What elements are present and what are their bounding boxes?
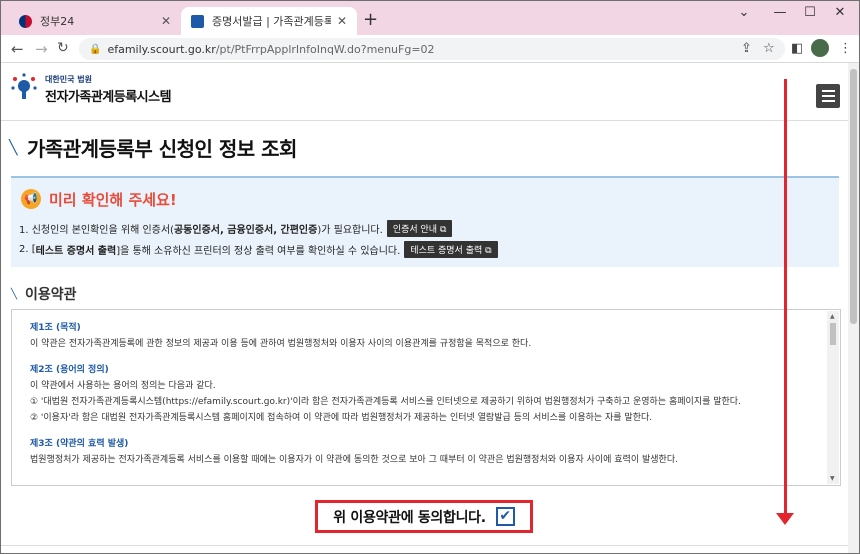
scroll-hint-arrow-head-icon xyxy=(776,513,794,525)
article-text: 이 약관에서 사용하는 용어의 정의는 다음과 같다. xyxy=(30,381,216,391)
megaphone-icon: 📢 xyxy=(21,189,41,209)
forward-icon[interactable]: → xyxy=(35,40,48,58)
notice-line-1-suffix: )가 필요합니다. xyxy=(317,225,383,236)
notice-box: 📢 미리 확인해 주세요! 1. 신청인의 본인확인을 위해 인증서(공동인증서… xyxy=(11,176,839,267)
certificate-guide-button[interactable]: 인증서 안내 ⧉ xyxy=(386,220,453,237)
reload-icon[interactable]: ↻ xyxy=(57,40,69,56)
notice-line-1-bold: 공동인증서, 금융인증서, 간편인증 xyxy=(173,225,318,236)
notice-line-2-suffix: ]을 통해 소유하신 프린터의 정상 출력 여부를 확인하실 수 있습니다. xyxy=(116,246,401,257)
scroll-down-icon[interactable]: ▼ xyxy=(830,475,835,482)
notice-line-1: 1. 신청인의 본인확인을 위해 인증서(공동인증서, 금융인증서, 간편인증)… xyxy=(19,220,453,237)
page-title: ╲ 가족관계등록부 신청인 정보 조회 xyxy=(9,133,297,162)
terms-scroll-thumb[interactable] xyxy=(830,323,836,345)
tab-title: 증명서발급 | 가족관계등록부 | xyxy=(212,15,331,28)
scroll-up-icon[interactable]: ▲ xyxy=(830,313,835,320)
article-text: ① '대법원 전자가족관계등록시스템(https://efamily.scour… xyxy=(30,397,741,407)
terms-scroll-box[interactable]: 제1조 (목적) 이 약관은 전자가족관계등록에 관한 정보의 제공과 이용 등… xyxy=(11,309,841,486)
article-text: 이 약관은 전자가족관계등록에 관한 정보의 제공과 이용 등에 관하여 법원행… xyxy=(30,339,532,349)
certificate-guide-label: 인증서 안내 xyxy=(392,225,438,235)
article-heading: 제3조 (약관의 효력 발생) xyxy=(30,439,129,449)
title-marker-icon: ╲ xyxy=(9,139,17,156)
tab-gov24[interactable]: 정부24 ✕ xyxy=(9,7,181,35)
share-icon[interactable]: ⇪ xyxy=(741,41,752,56)
logo-title[interactable]: 전자가족관계등록시스템 xyxy=(45,86,172,105)
test-print-label: 테스트 증명서 출력 xyxy=(410,246,483,256)
section-marker-icon: ╲ xyxy=(11,288,18,300)
scroll-hint-arrow-line xyxy=(784,79,787,515)
tab-bar: 정부24 ✕ 증명서발급 | 가족관계등록부 | ✕ + ⌄ — ☐ ✕ xyxy=(1,1,859,35)
agree-label[interactable]: 위 이용약관에 동의합니다. xyxy=(333,507,486,527)
article-heading: 제2조 (용어의 정의) xyxy=(30,365,109,375)
close-window-button[interactable]: ✕ xyxy=(825,5,855,20)
kebab-menu-icon[interactable]: ⋮ xyxy=(839,41,852,56)
agree-checkbox[interactable]: ✔ xyxy=(495,507,515,526)
court-logo-icon[interactable] xyxy=(9,71,39,101)
court-icon xyxy=(191,14,204,28)
article-text: ② '이용자'라 함은 대법원 전자가족관계등록시스템 홈페이지에 접속하여 이… xyxy=(30,413,653,423)
test-print-button[interactable]: 테스트 증명서 출력 ⧉ xyxy=(404,241,498,258)
url-host: efamily.scourt.go.kr xyxy=(107,42,216,56)
url-path: /pt/PtFrrpApplrInfoInqW.do?menuFg=02 xyxy=(215,42,435,56)
lock-icon: 🔒 xyxy=(89,43,102,55)
bookmark-star-icon[interactable]: ☆ xyxy=(763,41,775,56)
terms-section-title: ╲ 이용약관 xyxy=(11,284,77,304)
tab-certificate[interactable]: 증명서발급 | 가족관계등록부 | ✕ xyxy=(181,7,357,35)
notice-line-1-prefix: 1. 신청인의 본인확인을 위해 인증서( xyxy=(19,225,174,236)
profile-avatar[interactable] xyxy=(811,39,829,57)
close-tab-icon[interactable]: ✕ xyxy=(337,14,347,28)
notice-title: 미리 확인해 주세요! xyxy=(49,191,177,209)
hamburger-menu-button[interactable] xyxy=(816,84,840,108)
new-tab-button[interactable]: + xyxy=(363,9,378,30)
page-scroll-thumb[interactable] xyxy=(850,69,857,324)
notice-line-2-bold: 테스트 증명서 출력 xyxy=(35,246,117,257)
browser-window: 정부24 ✕ 증명서발급 | 가족관계등록부 | ✕ + ⌄ — ☐ ✕ ← →… xyxy=(0,0,860,554)
toolbar: ← → ↻ 🔒 efamily.scourt.go.kr/pt/PtFrrpAp… xyxy=(1,35,859,63)
tab-search-icon[interactable]: ⌄ xyxy=(729,5,759,20)
external-link-icon: ⧉ xyxy=(485,246,492,256)
close-tab-icon[interactable]: ✕ xyxy=(161,14,171,28)
minimize-button[interactable]: — xyxy=(765,5,795,20)
article-heading: 제1조 (목적) xyxy=(30,323,81,333)
tab-title: 정부24 xyxy=(40,15,75,28)
article-text: 법원행정처가 제공하는 전자가족관계등록 서비스를 이용할 때에는 이용자가 이… xyxy=(30,455,678,465)
logo-subtitle: 대한민국 법원 xyxy=(45,75,92,84)
external-link-icon: ⧉ xyxy=(439,225,447,235)
agree-terms-checkbox-row[interactable]: 위 이용약관에 동의합니다. ✔ xyxy=(315,500,533,533)
notice-line-2: 2. [테스트 증명서 출력]을 통해 소유하신 프린터의 정상 출력 여부를 … xyxy=(19,241,498,258)
maximize-button[interactable]: ☐ xyxy=(795,5,825,20)
address-bar[interactable]: 🔒 efamily.scourt.go.kr/pt/PtFrrpApplrInf… xyxy=(79,38,785,60)
notice-line-2-prefix: 2. [ xyxy=(19,244,36,255)
divider xyxy=(1,545,848,546)
terms-content: 제1조 (목적) 이 약관은 전자가족관계등록에 관한 정보의 제공과 이용 등… xyxy=(30,320,820,468)
site-header: 대한민국 법원 전자가족관계등록시스템 xyxy=(1,63,848,121)
korea-emblem-icon xyxy=(19,14,32,28)
page-content: 대한민국 법원 전자가족관계등록시스템 ╲ 가족관계등록부 신청인 정보 조회 … xyxy=(1,63,848,553)
terms-scrollbar[interactable]: ▲ ▼ xyxy=(827,311,839,484)
back-icon[interactable]: ← xyxy=(11,40,24,58)
side-panel-icon[interactable]: ◧ xyxy=(791,41,803,56)
page-scrollbar[interactable] xyxy=(848,63,859,553)
terms-section-title-text: 이용약관 xyxy=(25,287,77,303)
page-title-text: 가족관계등록부 신청인 정보 조회 xyxy=(26,137,298,161)
